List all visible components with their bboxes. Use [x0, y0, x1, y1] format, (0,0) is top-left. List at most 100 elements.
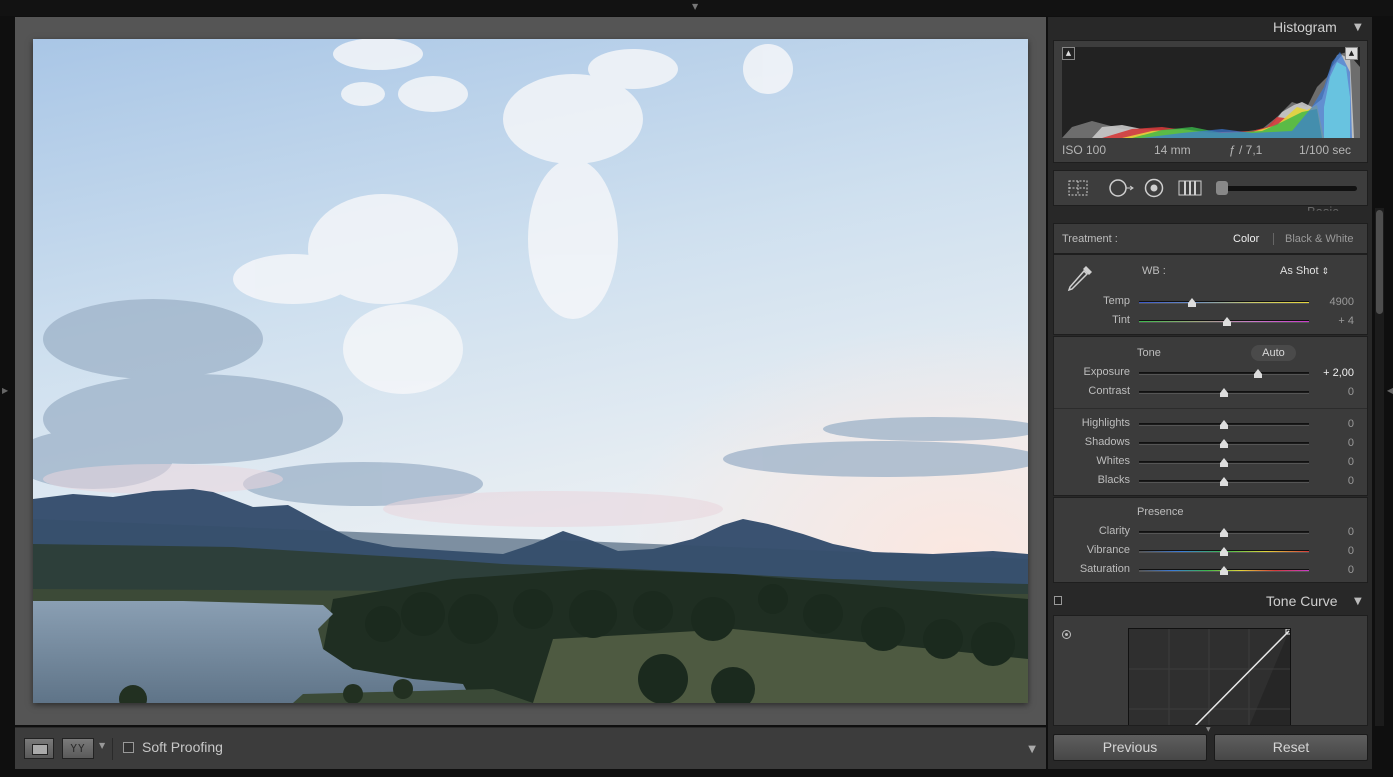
- wb-dropdown-caret-icon: ⇕: [1321, 266, 1330, 276]
- bottom-toolbar: YY ▼ Soft Proofing ▼: [15, 727, 1046, 769]
- temp-value[interactable]: 4900: [1310, 296, 1354, 308]
- temp-slider-knob[interactable]: [1187, 298, 1196, 307]
- shadows-slider[interactable]: [1139, 439, 1309, 448]
- white-balance-group: WB : As Shot ⇕ Temp 4900 Tint + 4: [1053, 254, 1368, 335]
- tone-curve-toggle-switch[interactable]: [1054, 596, 1062, 605]
- whites-slider-knob[interactable]: [1220, 458, 1228, 467]
- exposure-slider-knob[interactable]: [1254, 369, 1262, 378]
- reset-button[interactable]: Reset: [1214, 734, 1368, 761]
- wb-dropdown-value: As Shot: [1280, 265, 1319, 277]
- tone-curve-title[interactable]: Tone Curve: [1266, 593, 1338, 609]
- panel-scrollbar-thumb[interactable]: [1376, 210, 1383, 314]
- left-panel-toggle-icon[interactable]: ▶: [2, 386, 8, 395]
- tint-label: Tint: [1112, 314, 1130, 326]
- vibrance-slider[interactable]: [1139, 547, 1309, 556]
- whites-label: Whites: [1096, 455, 1130, 467]
- clarity-label: Clarity: [1098, 525, 1130, 537]
- panel-scrollbar[interactable]: [1375, 208, 1384, 726]
- treatment-bw-option[interactable]: Black & White: [1285, 233, 1353, 245]
- tool-strip: [1053, 170, 1368, 206]
- saturation-label: Saturation: [1079, 563, 1130, 575]
- highlights-slider[interactable]: [1139, 420, 1309, 429]
- right-panel-toggle-icon[interactable]: ◀: [1387, 386, 1393, 395]
- highlights-slider-knob[interactable]: [1220, 420, 1228, 429]
- crop-overlay-icon[interactable]: [1067, 178, 1089, 198]
- presence-group: Presence Clarity 0 Vibrance 0 Saturation…: [1053, 497, 1368, 583]
- clarity-slider[interactable]: [1139, 528, 1309, 537]
- treatment-label: Treatment :: [1062, 233, 1118, 245]
- panel-resize-icon[interactable]: ▼: [1206, 726, 1211, 733]
- exif-shutter: 1/100 sec: [1299, 143, 1352, 157]
- clarity-slider-knob[interactable]: [1220, 528, 1228, 537]
- blacks-slider[interactable]: [1139, 477, 1309, 486]
- treatment-divider: [1273, 233, 1274, 245]
- exposure-label: Exposure: [1083, 366, 1130, 378]
- tint-slider-knob[interactable]: [1223, 317, 1232, 326]
- exif-iso: ISO 100: [1062, 143, 1107, 157]
- previous-button[interactable]: Previous: [1053, 734, 1207, 761]
- soft-proofing-label: Soft Proofing: [142, 739, 223, 755]
- vibrance-slider-knob[interactable]: [1220, 547, 1228, 556]
- toolbar-divider: [112, 738, 113, 760]
- saturation-value[interactable]: 0: [1310, 564, 1354, 576]
- tone-curve-collapse-icon[interactable]: ▼: [1354, 596, 1362, 607]
- treatment-color-option[interactable]: Color: [1233, 233, 1259, 245]
- highlight-clipping-button[interactable]: ▲: [1345, 47, 1358, 60]
- tint-value[interactable]: + 4: [1310, 315, 1354, 327]
- before-after-button[interactable]: YY: [62, 738, 94, 759]
- wb-dropdown[interactable]: As Shot ⇕: [1280, 265, 1329, 277]
- loupe-view-button[interactable]: [24, 738, 54, 759]
- treatment-row: Treatment : Color Black & White: [1053, 223, 1368, 254]
- contrast-label: Contrast: [1088, 385, 1130, 397]
- red-eye-icon[interactable]: [1143, 178, 1165, 198]
- shadows-value[interactable]: 0: [1310, 437, 1354, 449]
- vibrance-value[interactable]: 0: [1310, 545, 1354, 557]
- tone-curve-panel: [1053, 615, 1368, 726]
- tint-slider[interactable]: [1139, 317, 1309, 326]
- whites-value[interactable]: 0: [1310, 456, 1354, 468]
- wb-label: WB :: [1142, 265, 1166, 277]
- tone-curve-graph[interactable]: [1128, 628, 1292, 725]
- temp-label: Temp: [1103, 295, 1130, 307]
- clarity-value[interactable]: 0: [1310, 526, 1354, 538]
- highlights-value[interactable]: 0: [1310, 418, 1354, 430]
- adjustment-brush-knob[interactable]: [1216, 181, 1228, 195]
- blacks-label: Blacks: [1097, 474, 1130, 486]
- shadow-clipping-button[interactable]: ▲: [1062, 47, 1075, 60]
- toolbar-menu-icon[interactable]: ▼: [1028, 744, 1036, 755]
- temp-slider[interactable]: [1139, 298, 1309, 307]
- spot-removal-icon[interactable]: [1107, 178, 1134, 198]
- tone-separator: [1054, 408, 1367, 409]
- tone-heading: Tone: [1137, 347, 1161, 359]
- tone-group: Tone Auto Exposure + 2,00 Contrast 0 Hig…: [1053, 336, 1368, 496]
- soft-proofing-checkbox[interactable]: [123, 742, 134, 753]
- exposure-value[interactable]: + 2,00: [1310, 367, 1354, 379]
- histogram-collapse-icon[interactable]: ▼: [1354, 22, 1362, 33]
- histogram-panel: ▲ ▲ ISO 100 14 mm ƒ / 7,1 1/100 sec: [1053, 40, 1368, 163]
- exposure-slider[interactable]: [1139, 369, 1309, 378]
- contrast-slider-knob[interactable]: [1220, 388, 1228, 397]
- histogram-title[interactable]: Histogram: [1273, 19, 1337, 35]
- top-panel-toggle-icon[interactable]: ▼: [692, 3, 698, 11]
- targeted-adjustment-icon[interactable]: [1062, 630, 1071, 639]
- shadows-label: Shadows: [1084, 436, 1130, 448]
- before-after-caret-icon[interactable]: ▼: [99, 741, 105, 750]
- contrast-slider[interactable]: [1139, 388, 1309, 397]
- vibrance-label: Vibrance: [1086, 544, 1130, 556]
- graduated-filter-icon[interactable]: [1177, 178, 1202, 198]
- photo-preview[interactable]: [33, 39, 1028, 703]
- shadows-slider-knob[interactable]: [1220, 439, 1228, 448]
- wb-eyedropper-icon[interactable]: [1064, 262, 1096, 298]
- saturation-slider-knob[interactable]: [1220, 566, 1228, 575]
- saturation-slider[interactable]: [1139, 566, 1309, 575]
- whites-slider[interactable]: [1139, 458, 1309, 467]
- contrast-value[interactable]: 0: [1310, 386, 1354, 398]
- blacks-value[interactable]: 0: [1310, 475, 1354, 487]
- highlights-label: Highlights: [1081, 417, 1130, 429]
- exif-focal-length: 14 mm: [1154, 143, 1191, 157]
- blacks-slider-knob[interactable]: [1220, 477, 1228, 486]
- auto-tone-button[interactable]: Auto: [1251, 345, 1296, 361]
- histogram-plot[interactable]: [1062, 47, 1360, 138]
- exif-aperture: ƒ / 7,1: [1229, 143, 1263, 157]
- adjustment-brush-slider[interactable]: [1219, 186, 1357, 191]
